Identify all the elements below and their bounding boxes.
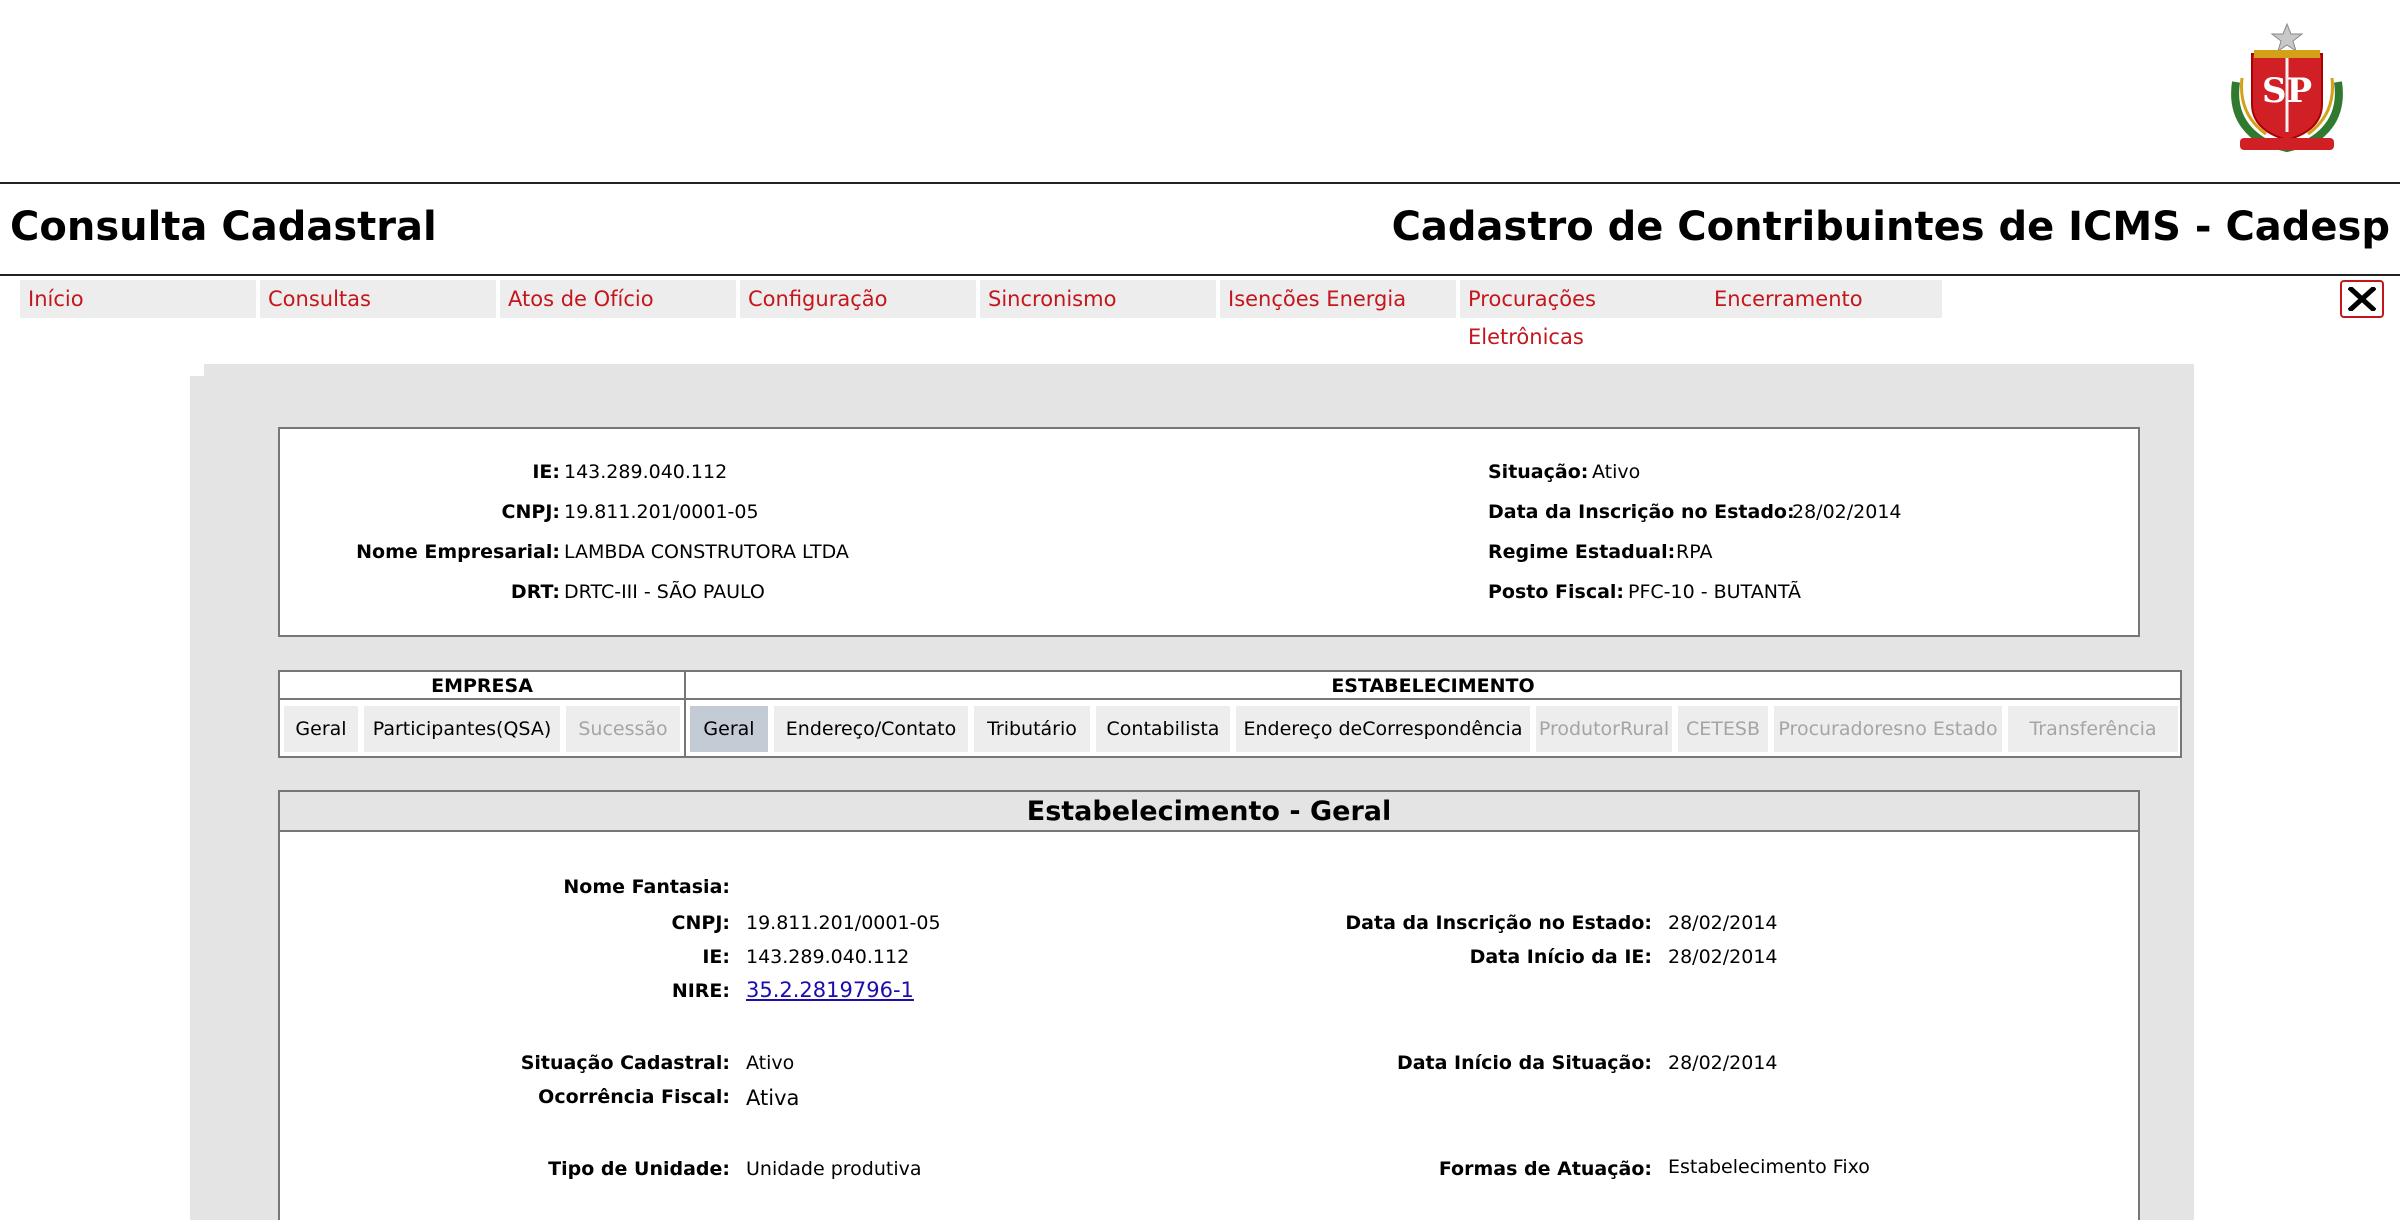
tab-contabilista[interactable]: Contabilista: [1096, 706, 1230, 752]
tab-cetesb: CETESB: [1678, 706, 1768, 752]
tab-endereco-correspondencia[interactable]: Endereço deCorrespondência: [1236, 706, 1530, 752]
data-inicio-ie-value: 28/02/2014: [1668, 946, 1778, 968]
tab-group-empresa: EMPRESA: [280, 672, 684, 700]
tab-produtor-rural: ProdutorRural: [1536, 706, 1672, 752]
ocorrencia-fiscal-value: Ativa: [746, 1086, 800, 1110]
page-title: Consulta Cadastral: [10, 204, 437, 250]
top-banner: SP: [0, 0, 2400, 184]
situacao-cadastral-value: Ativo: [746, 1052, 795, 1074]
close-icon: [2348, 287, 2376, 311]
menu-item-isencoes-energia[interactable]: Isenções Energia: [1220, 280, 1456, 318]
details-title: Estabelecimento - Geral: [280, 792, 2138, 832]
situacao-cadastral-label: Situação Cadastral:: [520, 1052, 730, 1074]
detail-data-inscricao-value: 28/02/2014: [1668, 912, 1778, 934]
nire-label: NIRE:: [671, 980, 730, 1002]
summary-ie-label: IE:: [532, 461, 560, 483]
summary-posto-label: Posto Fiscal:: [1488, 581, 1625, 603]
menu-item-inicio[interactable]: Início: [20, 280, 256, 318]
summary-regime-label: Regime Estadual:: [1488, 541, 1676, 563]
tab-group-divider: [684, 672, 686, 756]
title-bar: Consulta Cadastral Cadastro de Contribui…: [0, 186, 2400, 276]
nire-link[interactable]: 35.2.2819796-1: [746, 978, 914, 1002]
summary-drt-value: DRTC-III - SÃO PAULO: [564, 581, 765, 603]
tab-transferencia: Transferência: [2008, 706, 2178, 752]
tab-estabelecimento-geral[interactable]: Geral: [690, 706, 768, 752]
nome-fantasia-label: Nome Fantasia:: [563, 876, 730, 898]
details-box: Estabelecimento - Geral Nome Fantasia: C…: [278, 790, 2140, 1220]
summary-regime-value: RPA: [1676, 541, 1713, 563]
menu-item-encerramento[interactable]: Encerramento: [1706, 280, 1942, 318]
tab-empresa-geral[interactable]: Geral: [284, 706, 358, 752]
formas-atuacao-label: Formas de Atuação:: [1438, 1158, 1652, 1180]
tab-endereco-contato[interactable]: Endereço/Contato: [774, 706, 968, 752]
system-title: Cadastro de Contribuintes de ICMS - Cade…: [1391, 204, 2390, 250]
detail-data-inscricao-label: Data da Inscrição no Estado:: [1345, 912, 1652, 934]
data-inicio-situacao-value: 28/02/2014: [1668, 1052, 1778, 1074]
detail-ie-label: IE:: [702, 946, 730, 968]
tab-empresa-sucessao: Sucessão: [566, 706, 680, 752]
tab-bar: EMPRESA ESTABELECIMENTO Geral Participan…: [278, 670, 2182, 758]
summary-cnpj-value: 19.811.201/0001-05: [564, 501, 759, 523]
summary-situacao-value: Ativo: [1592, 461, 1641, 483]
summary-data-inscricao-value: 28/02/2014: [1792, 501, 1902, 523]
menu-item-atos-de-oficio[interactable]: Atos de Ofício: [500, 280, 736, 318]
tipo-unidade-value: Unidade produtiva: [746, 1158, 922, 1180]
tab-procuradores-estado: Procuradoresno Estado: [1774, 706, 2002, 752]
formas-atuacao-value: Estabelecimento Fixo: [1668, 1156, 1870, 1178]
svg-text:SP: SP: [2262, 71, 2312, 111]
summary-nome-value: LAMBDA CONSTRUTORA LTDA: [564, 541, 849, 563]
detail-cnpj-label: CNPJ:: [671, 912, 730, 934]
menu-item-consultas[interactable]: Consultas: [260, 280, 496, 318]
close-button[interactable]: [2340, 280, 2384, 318]
summary-box: IE: 143.289.040.112 CNPJ: 19.811.201/000…: [278, 427, 2140, 637]
detail-ie-value: 143.289.040.112: [746, 946, 910, 968]
sao-paulo-seal-logo: SP: [2231, 22, 2343, 153]
data-inicio-ie-label: Data Início da IE:: [1469, 946, 1652, 968]
tipo-unidade-label: Tipo de Unidade:: [548, 1158, 730, 1180]
tab-tributario[interactable]: Tributário: [974, 706, 1090, 752]
ocorrencia-fiscal-label: Ocorrência Fiscal:: [538, 1086, 730, 1108]
menu-item-procuracoes-eletronicas[interactable]: Procurações Eletrônicas: [1460, 280, 1706, 349]
menu-item-sincronismo[interactable]: Sincronismo: [980, 280, 1216, 318]
summary-situacao-label: Situação:: [1488, 461, 1589, 483]
tab-empresa-participantes[interactable]: Participantes(QSA): [364, 706, 560, 752]
summary-drt-label: DRT:: [510, 581, 560, 603]
summary-ie-value: 143.289.040.112: [564, 461, 728, 483]
tab-group-estabelecimento: ESTABELECIMENTO: [686, 672, 2180, 700]
data-inicio-situacao-label: Data Início da Situação:: [1396, 1052, 1652, 1074]
summary-cnpj-label: CNPJ:: [501, 501, 560, 523]
detail-cnpj-value: 19.811.201/0001-05: [746, 912, 941, 934]
summary-posto-value: PFC-10 - BUTANTÃ: [1628, 581, 1802, 603]
menu-item-configuracao[interactable]: Configuração: [740, 280, 976, 318]
summary-nome-label: Nome Empresarial:: [356, 541, 560, 563]
main-menu: Início Consultas Atos de Ofício Configur…: [20, 280, 1946, 349]
summary-data-inscricao-label: Data da Inscrição no Estado:: [1488, 501, 1795, 523]
